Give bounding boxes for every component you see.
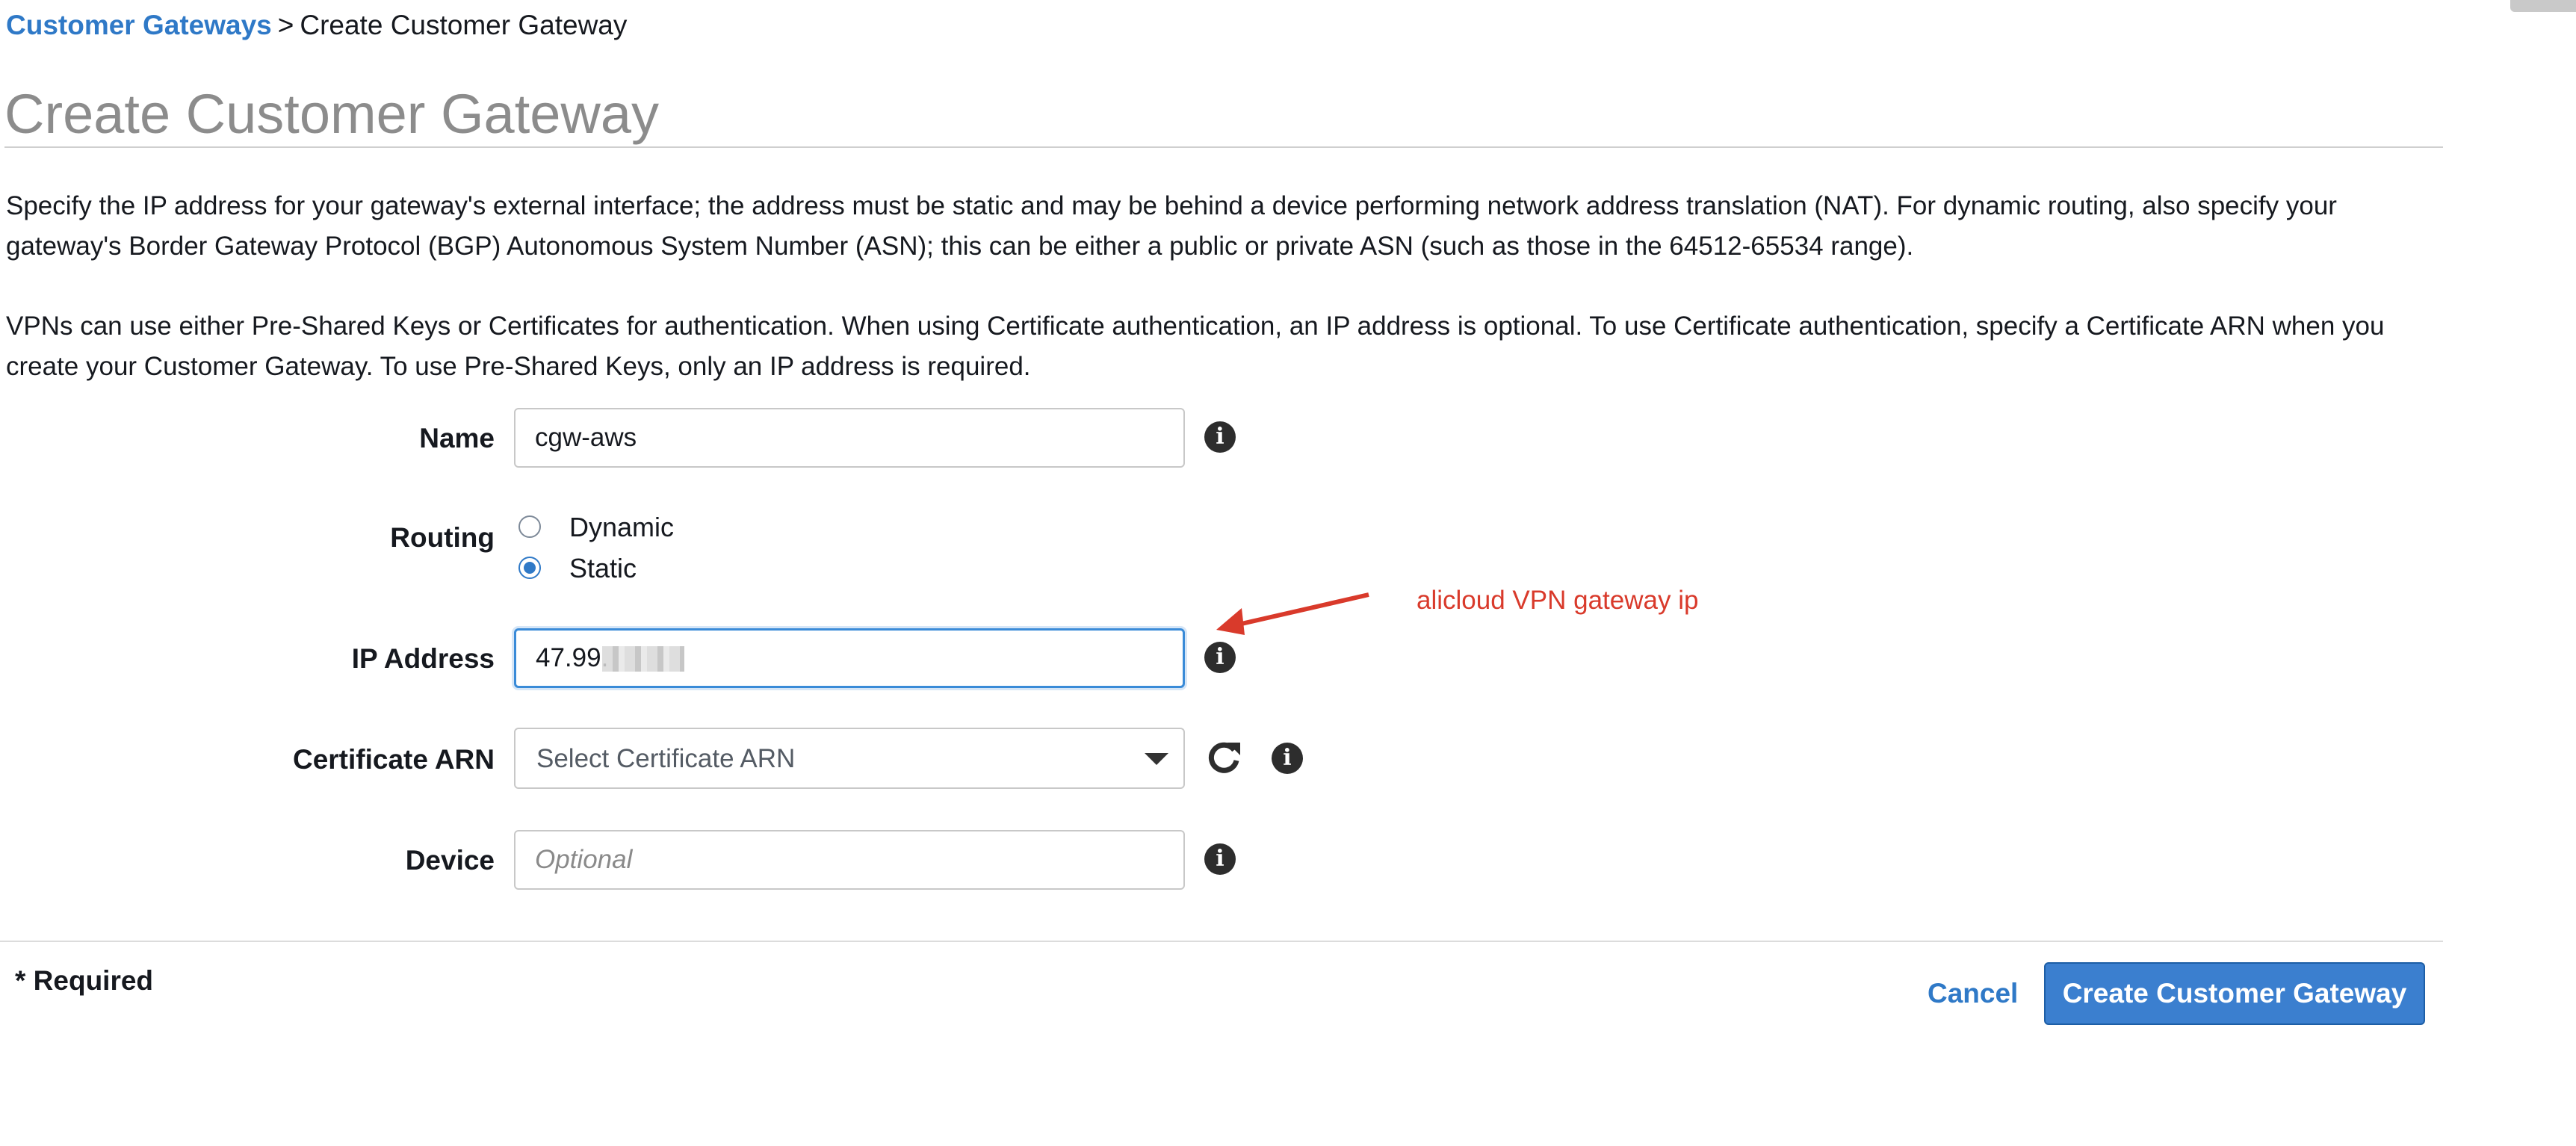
scrollbar-thumb[interactable] bbox=[2510, 0, 2576, 12]
breadcrumb-link-customer-gateways[interactable]: Customer Gateways bbox=[6, 10, 272, 40]
breadcrumb-current: Create Customer Gateway bbox=[300, 10, 628, 40]
info-icon[interactable]: i bbox=[1204, 642, 1236, 673]
info-icon[interactable]: i bbox=[1272, 743, 1303, 774]
title-divider bbox=[4, 146, 2443, 148]
radio-button-static[interactable] bbox=[518, 557, 541, 579]
info-icon[interactable]: i bbox=[1204, 421, 1236, 453]
required-note: * Required bbox=[15, 965, 154, 996]
radio-label-static: Static bbox=[569, 553, 637, 583]
redacted-ip-blur bbox=[602, 646, 684, 672]
description-paragraph-2: VPNs can use either Pre-Shared Keys or C… bbox=[6, 312, 2385, 381]
device-input[interactable] bbox=[514, 830, 1185, 890]
annotation-text: alicloud VPN gateway ip bbox=[1417, 586, 1699, 615]
ip-address-field bbox=[514, 628, 1185, 688]
breadcrumb: Customer Gateways > Create Customer Gatewa… bbox=[6, 7, 627, 43]
info-icon[interactable]: i bbox=[1204, 843, 1236, 875]
refresh-icon[interactable] bbox=[1204, 740, 1243, 778]
chevron-down-icon bbox=[1145, 753, 1168, 765]
breadcrumb-separator: > bbox=[277, 10, 294, 40]
certificate-arn-label: Certificate ARN bbox=[292, 744, 495, 775]
radio-button-dynamic[interactable] bbox=[518, 515, 541, 538]
certificate-arn-select[interactable]: Select Certificate ARN bbox=[514, 728, 1185, 789]
footer-divider bbox=[0, 941, 2443, 942]
annotation-arrow bbox=[1216, 592, 1369, 635]
radio-label-dynamic: Dynamic bbox=[569, 512, 675, 542]
name-input[interactable] bbox=[514, 408, 1185, 468]
device-label: Device bbox=[405, 845, 495, 876]
routing-label: Routing bbox=[390, 522, 495, 553]
create-customer-gateway-button[interactable]: Create Customer Gateway bbox=[2044, 962, 2425, 1025]
cancel-button[interactable]: Cancel bbox=[1928, 978, 2018, 1009]
certificate-arn-placeholder: Select Certificate ARN bbox=[536, 744, 796, 773]
name-label: Name bbox=[419, 423, 495, 453]
ip-address-label: IP Address bbox=[351, 643, 495, 674]
page-title: Create Customer Gateway bbox=[4, 83, 660, 145]
description-paragraph-1: Specify the IP address for your gateway'… bbox=[6, 191, 2337, 261]
